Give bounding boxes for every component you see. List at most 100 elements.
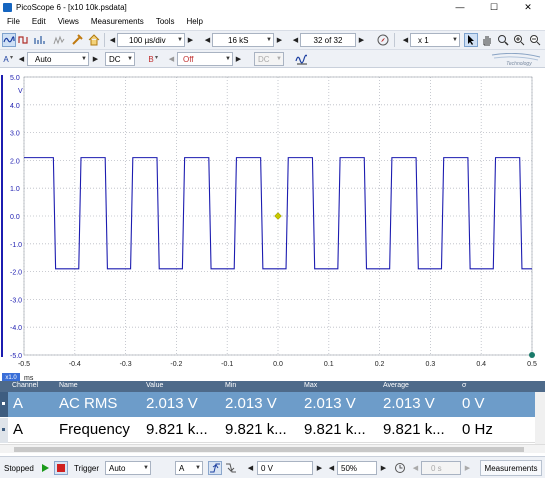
compass-icon[interactable] — [376, 33, 390, 47]
delay-prev-arrow[interactable]: ◀ — [411, 461, 420, 475]
y-tick-label: -1.0 — [10, 242, 22, 249]
col-channel-header[interactable]: Channel — [12, 382, 38, 389]
run-state-label: Stopped — [4, 463, 34, 473]
col-average-header[interactable]: Average — [383, 382, 409, 389]
buffer-next-arrow[interactable]: ▶ — [357, 33, 366, 47]
table-row[interactable]: A Frequency 9.821 k... 9.821 k... 9.821 … — [0, 418, 535, 443]
delay-input[interactable]: 0 s — [421, 461, 461, 475]
scope-graph[interactable]: 5.0 4.0 3.0 2.0 1.0 0.0 -1.0 -2.0 -3.0 -4.0 -5.0 V -… — [0, 68, 545, 381]
timebase-value: 100 µs/div — [129, 35, 166, 45]
pretrigger-input[interactable]: 50% — [337, 461, 377, 475]
trigger-mode-select[interactable]: Auto ▼ — [105, 461, 151, 475]
chevron-down-icon: ▼ — [276, 56, 282, 62]
probe-icon[interactable] — [70, 33, 84, 47]
table-horizontal-scrollbar[interactable] — [0, 444, 545, 453]
range-a-prev-arrow[interactable]: ◀ — [17, 52, 26, 66]
y-tick-label: -5.0 — [10, 353, 22, 360]
x-tick-label: 0.1 — [324, 361, 334, 368]
col-max-header[interactable]: Max — [304, 382, 317, 389]
samples-select[interactable]: 16 kS ▼ — [212, 33, 274, 47]
col-min-header[interactable]: Min — [225, 382, 236, 389]
spectrum-mode-icon[interactable] — [32, 33, 46, 47]
range-b-select[interactable]: Off ▼ — [177, 52, 233, 66]
measurements-button[interactable]: Measurements — [480, 460, 542, 476]
menu-file[interactable]: File — [7, 17, 20, 26]
chevron-down-icon: ▼ — [127, 56, 133, 62]
delay-icon[interactable] — [393, 461, 407, 475]
pretrigger-prev-arrow[interactable]: ◀ — [327, 461, 336, 475]
threshold-prev-arrow[interactable]: ◀ — [246, 461, 255, 475]
chevron-down-icon: ▼ — [225, 56, 231, 62]
menu-measurements[interactable]: Measurements — [91, 17, 144, 26]
col-name-header[interactable]: Name — [59, 382, 78, 389]
threshold-next-arrow[interactable]: ▶ — [315, 461, 324, 475]
range-a-next-arrow[interactable]: ▶ — [91, 52, 100, 66]
row-gutter — [0, 418, 8, 443]
rising-edge-icon[interactable] — [208, 461, 222, 475]
measurements-table: Channel Name Value Min Max Average σ A A… — [0, 381, 545, 444]
zoom-prev-arrow[interactable]: ◀ — [401, 33, 410, 47]
view-icon[interactable] — [52, 33, 66, 47]
samples-prev-arrow[interactable]: ◀ — [203, 33, 212, 47]
stop-button[interactable] — [54, 461, 68, 475]
zoom-select[interactable]: x 1 ▼ — [410, 33, 460, 47]
timebase-next-arrow[interactable]: ▶ — [186, 33, 195, 47]
ruler-handle — [529, 352, 535, 358]
scope-mode-icon[interactable] — [2, 33, 16, 47]
range-b-value: Off — [183, 54, 194, 64]
range-a-value: Auto — [35, 54, 52, 64]
channel-a-options-icon[interactable]: ▾ — [9, 55, 14, 61]
timebase-select[interactable]: 100 µs/div ▼ — [117, 33, 185, 47]
falling-edge-icon[interactable] — [224, 461, 238, 475]
y-tick-label: 3.0 — [10, 131, 20, 138]
start-button[interactable] — [38, 461, 52, 475]
minimize-button[interactable]: — — [443, 0, 477, 14]
menu-views[interactable]: Views — [58, 17, 79, 26]
timebase-prev-arrow[interactable]: ◀ — [108, 33, 117, 47]
pretrigger-next-arrow[interactable]: ▶ — [379, 461, 388, 475]
close-button[interactable]: ✕ — [511, 0, 545, 14]
zoom-out-icon[interactable] — [528, 33, 542, 47]
scrollbar-thumb[interactable] — [14, 447, 524, 452]
row-sigma: 0 V — [462, 395, 485, 412]
logo-text: Technology — [506, 61, 532, 67]
row-name: AC RMS — [59, 395, 118, 412]
title-bar: PicoScope 6 - [x10 10k.psdata] — ☐ ✕ — [0, 0, 545, 14]
row-max: 2.013 V — [304, 395, 356, 412]
threshold-value: 0 V — [261, 463, 274, 473]
row-average: 2.013 V — [383, 395, 435, 412]
channel-b-options-icon[interactable]: ▾ — [154, 55, 159, 61]
coupling-a-select[interactable]: DC ▼ — [105, 52, 135, 66]
buffer-navigator[interactable]: 32 of 32 — [300, 33, 356, 47]
window-title: PicoScope 6 - [x10 10k.psdata] — [16, 2, 127, 12]
y-tick-label: 5.0 — [10, 75, 20, 82]
buffer-prev-arrow[interactable]: ◀ — [291, 33, 300, 47]
menu-edit[interactable]: Edit — [32, 17, 46, 26]
scope-view[interactable]: 5.0 4.0 3.0 2.0 1.0 0.0 -1.0 -2.0 -3.0 -4.0 -5.0 V -… — [0, 68, 545, 381]
table-vertical-scrollbar[interactable] — [535, 392, 545, 444]
signal-generator-icon[interactable] — [294, 52, 308, 66]
range-a-select[interactable]: Auto ▼ — [27, 52, 89, 66]
row-channel: A — [13, 395, 24, 412]
threshold-input[interactable]: 0 V — [257, 461, 313, 475]
persistence-mode-icon[interactable] — [17, 33, 31, 47]
home-icon[interactable] — [87, 33, 101, 47]
zoom-area-icon[interactable] — [496, 33, 510, 47]
menu-tools[interactable]: Tools — [156, 17, 175, 26]
range-b-next-arrow[interactable]: ▶ — [234, 52, 243, 66]
hand-tool-icon[interactable] — [480, 33, 494, 47]
pretrigger-value: 50% — [341, 463, 358, 473]
pointer-tool-icon[interactable] — [464, 33, 478, 47]
maximize-button[interactable]: ☐ — [477, 0, 511, 14]
row-gutter — [0, 392, 8, 417]
col-sigma-header[interactable]: σ — [462, 382, 466, 389]
coupling-b-select[interactable]: DC ▼ — [254, 52, 284, 66]
trigger-channel-select[interactable]: A ▼ — [175, 461, 203, 475]
menu-help[interactable]: Help — [187, 17, 203, 26]
range-b-prev-arrow[interactable]: ◀ — [167, 52, 176, 66]
samples-next-arrow[interactable]: ▶ — [275, 33, 284, 47]
col-value-header[interactable]: Value — [146, 382, 163, 389]
zoom-in-icon[interactable] — [512, 33, 526, 47]
table-row[interactable]: A AC RMS 2.013 V 2.013 V 2.013 V 2.013 V… — [0, 392, 535, 417]
delay-next-arrow[interactable]: ▶ — [463, 461, 472, 475]
